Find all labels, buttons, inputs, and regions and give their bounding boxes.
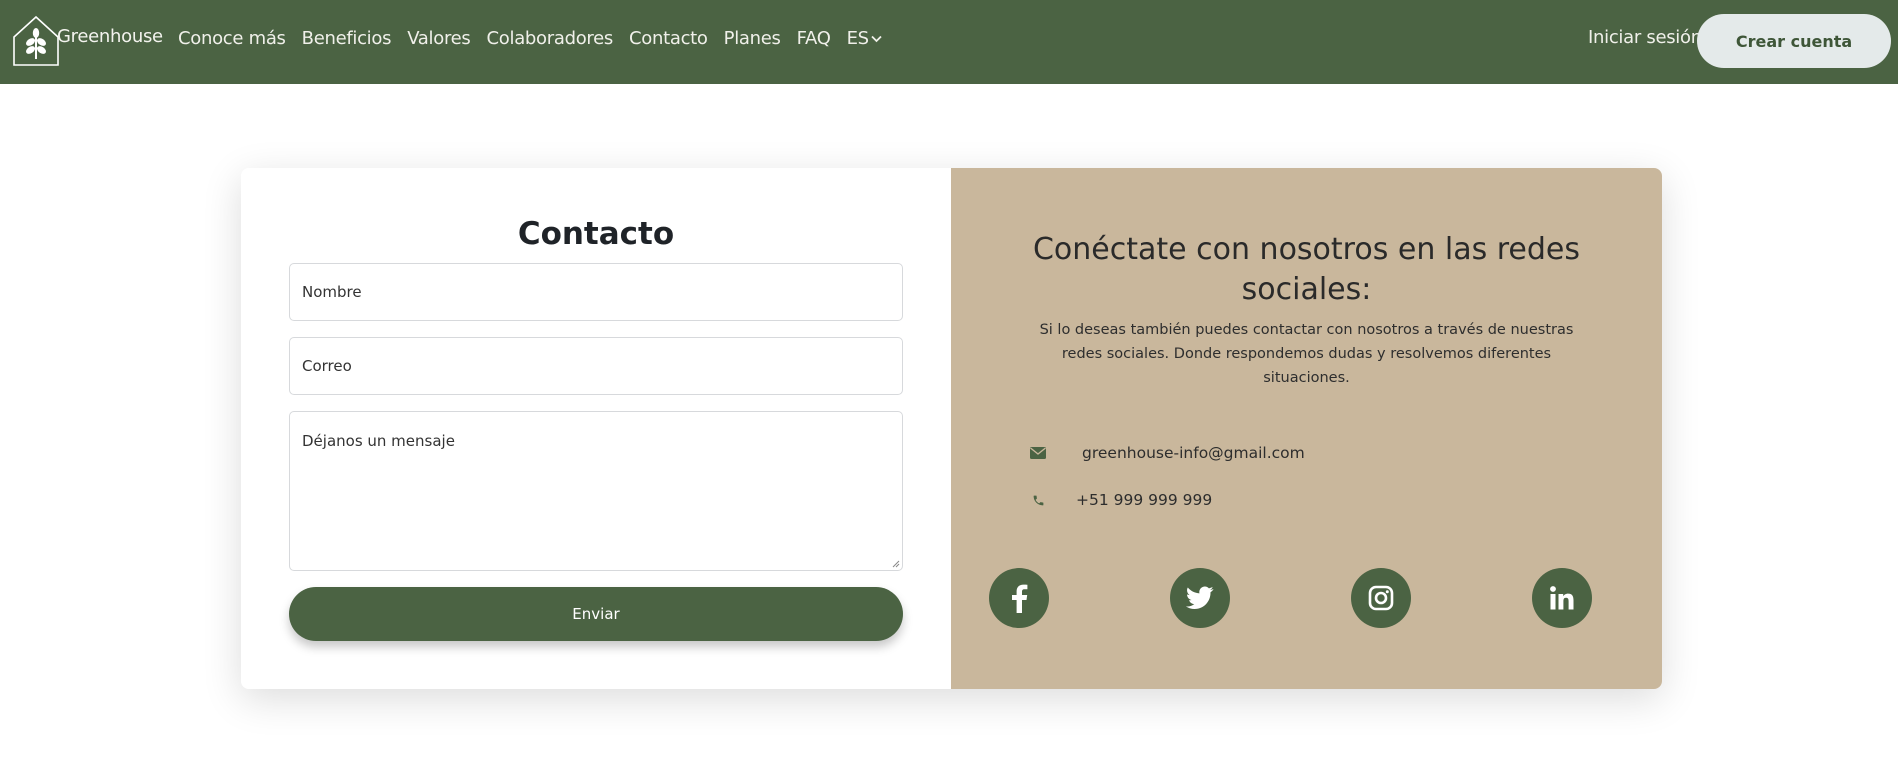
nav-link-planes[interactable]: Planes xyxy=(724,28,781,49)
social-panel-description: Si lo deseas también puedes contactar co… xyxy=(1039,322,1574,386)
facebook-button[interactable] xyxy=(989,568,1049,628)
top-navbar: Greenhouse Conoce más Beneficios Valores… xyxy=(0,0,1898,84)
twitter-button[interactable] xyxy=(1170,568,1230,628)
linkedin-icon xyxy=(1550,586,1574,610)
signup-button[interactable]: Crear cuenta xyxy=(1697,14,1891,68)
brand-name[interactable]: Greenhouse xyxy=(57,26,163,47)
chevron-down-icon xyxy=(871,35,882,42)
contact-form-panel: Contacto Nombre Correo Déjanos un mensaj… xyxy=(241,168,951,689)
facebook-icon xyxy=(1012,584,1028,613)
greenhouse-logo-icon[interactable] xyxy=(12,15,60,67)
phone-contact-row: +51 999 999 999 xyxy=(1029,491,1212,509)
phone-icon xyxy=(1029,491,1047,509)
nav-links: Conoce más Beneficios Valores Colaborado… xyxy=(178,28,898,49)
contact-card: Contacto Nombre Correo Déjanos un mensaj… xyxy=(241,168,1662,689)
twitter-icon xyxy=(1186,586,1214,609)
email-contact-row: greenhouse-info@gmail.com xyxy=(1029,444,1305,462)
nav-link-conoce-mas[interactable]: Conoce más xyxy=(178,28,286,49)
social-panel-title: Conéctate con nosotros en las redes soci… xyxy=(1032,232,1581,307)
linkedin-button[interactable] xyxy=(1532,568,1592,628)
email-input[interactable]: Correo xyxy=(289,337,903,395)
contact-email[interactable]: greenhouse-info@gmail.com xyxy=(1082,444,1305,462)
message-placeholder: Déjanos un mensaje xyxy=(302,432,455,450)
nav-link-colaboradores[interactable]: Colaboradores xyxy=(487,28,614,49)
name-input[interactable]: Nombre xyxy=(289,263,903,321)
instagram-icon xyxy=(1368,585,1394,611)
nav-link-faq[interactable]: FAQ xyxy=(797,28,831,49)
language-selector[interactable]: ES xyxy=(847,28,882,49)
contact-phone[interactable]: +51 999 999 999 xyxy=(1076,491,1212,509)
resize-grip-icon[interactable] xyxy=(892,560,900,568)
email-placeholder: Correo xyxy=(302,357,352,375)
name-placeholder: Nombre xyxy=(302,283,362,301)
nav-link-valores[interactable]: Valores xyxy=(407,28,471,49)
nav-link-beneficios[interactable]: Beneficios xyxy=(302,28,392,49)
nav-link-contacto[interactable]: Contacto xyxy=(629,28,708,49)
login-link[interactable]: Iniciar sesión xyxy=(1588,27,1702,48)
envelope-icon xyxy=(1029,444,1047,462)
social-info-panel: Conéctate con nosotros en las redes soci… xyxy=(951,168,1662,689)
contact-form-title: Contacto xyxy=(517,216,675,252)
instagram-button[interactable] xyxy=(1351,568,1411,628)
language-label: ES xyxy=(846,28,870,49)
message-textarea[interactable]: Déjanos un mensaje xyxy=(289,411,903,571)
send-button[interactable]: Enviar xyxy=(289,587,903,641)
